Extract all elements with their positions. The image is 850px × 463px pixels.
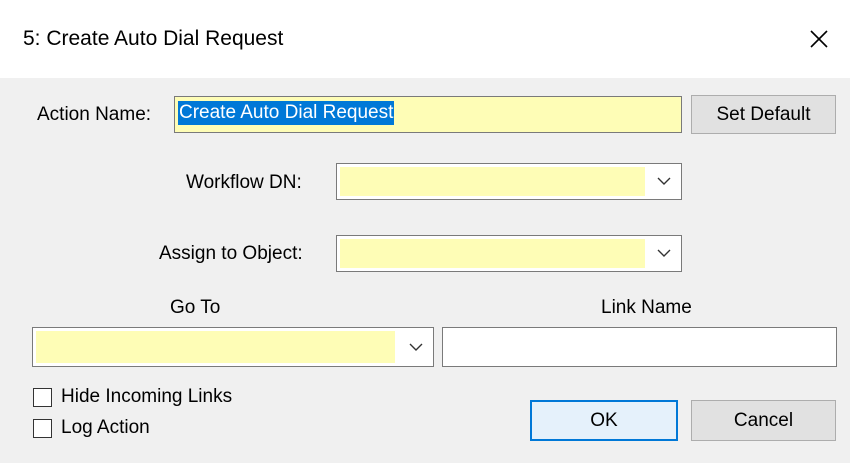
action-name-label: Action Name:: [37, 104, 152, 125]
create-auto-dial-request-dialog: 5: Create Auto Dial Request Action Name:…: [0, 0, 850, 463]
assign-to-object-select[interactable]: [336, 235, 682, 272]
hide-incoming-links-label: Hide Incoming Links: [61, 386, 233, 407]
cancel-button[interactable]: Cancel: [691, 400, 836, 441]
set-default-button[interactable]: Set Default: [691, 95, 836, 134]
log-action-checkbox[interactable]: [33, 419, 52, 438]
chevron-down-icon: [657, 177, 671, 185]
action-name-value: Create Auto Dial Request: [178, 101, 395, 125]
close-button[interactable]: [788, 0, 850, 78]
assign-to-object-value: [340, 239, 645, 268]
chevron-down-icon: [409, 343, 423, 351]
chevron-down-icon: [657, 249, 671, 257]
assign-to-object-dropdown-button[interactable]: [647, 236, 681, 271]
workflow-dn-dropdown-button[interactable]: [647, 164, 681, 199]
title-bar: 5: Create Auto Dial Request: [0, 0, 850, 78]
dialog-title: 5: Create Auto Dial Request: [23, 27, 284, 50]
workflow-dn-value: [340, 167, 645, 196]
workflow-dn-select[interactable]: [336, 163, 682, 200]
close-icon: [810, 30, 828, 48]
link-name-input[interactable]: [442, 327, 837, 367]
ok-button[interactable]: OK: [530, 400, 678, 441]
go-to-dropdown-button[interactable]: [399, 328, 433, 366]
go-to-select[interactable]: [32, 327, 434, 367]
go-to-label: Go To: [170, 297, 221, 318]
workflow-dn-label: Workflow DN:: [186, 172, 302, 193]
go-to-value: [36, 331, 395, 363]
log-action-label: Log Action: [61, 417, 150, 438]
action-name-input[interactable]: Create Auto Dial Request: [174, 96, 682, 133]
hide-incoming-links-checkbox[interactable]: [33, 388, 52, 407]
link-name-label: Link Name: [601, 297, 692, 318]
assign-to-object-label: Assign to Object:: [159, 243, 303, 264]
